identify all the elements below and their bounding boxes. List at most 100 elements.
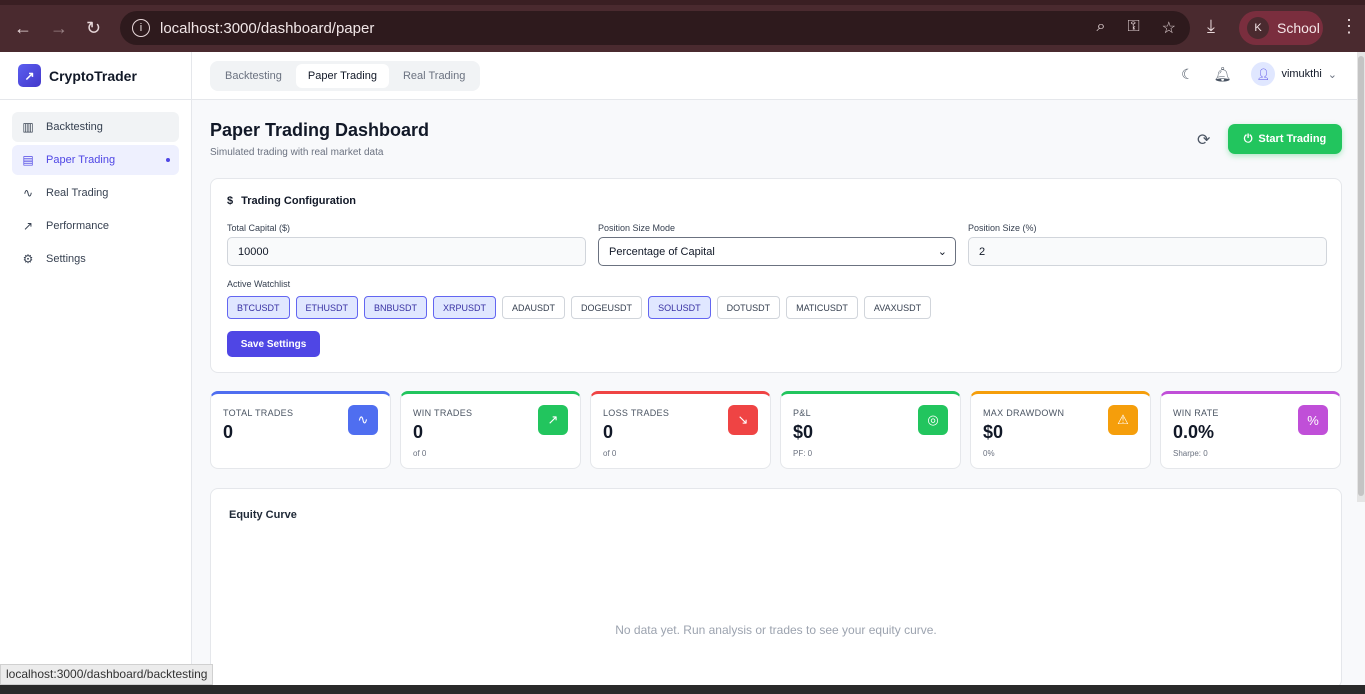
forward-icon[interactable]: → xyxy=(50,18,68,39)
watchlist-chip-btcusdt[interactable]: BTCUSDT xyxy=(227,296,290,319)
watchlist-chip-bnbusdt[interactable]: BNBUSDT xyxy=(364,296,428,319)
username: vimukthi xyxy=(1281,68,1322,80)
back-icon[interactable]: ← xyxy=(14,18,32,39)
profile-button[interactable]: K School xyxy=(1239,11,1323,45)
watchlist-chip-ethusdt[interactable]: ETHUSDT xyxy=(295,296,358,319)
percent-icon: % xyxy=(1298,405,1328,435)
stat-sub: of 0 xyxy=(413,449,427,458)
start-label: Start Trading xyxy=(1258,133,1327,145)
activity-icon: ∿ xyxy=(348,405,378,435)
warning-icon: ⚠ xyxy=(1108,405,1138,435)
trending-up-icon: ↗ xyxy=(538,405,568,435)
label: Paper Trading xyxy=(46,154,116,166)
download-icon[interactable]: ⤓ xyxy=(1207,16,1215,37)
mode-label: Position Size Mode xyxy=(598,223,676,233)
brand[interactable]: ↗ CryptoTrader xyxy=(0,52,191,100)
avatar: 👤︎ xyxy=(1251,62,1276,86)
stat-value: 0 xyxy=(413,422,424,442)
stat-card-total-trades: TOTAL TRADES 0 ∿ xyxy=(210,391,391,469)
profile-name: School xyxy=(1277,20,1320,36)
url-text[interactable]: localhost:3000/dashboard/paper xyxy=(160,20,374,37)
stat-title: TOTAL TRADES xyxy=(223,408,294,418)
trading-configuration-card: $ Trading Configuration Total Capital ($)… xyxy=(210,178,1342,373)
save-settings-button[interactable]: Save Settings xyxy=(227,331,320,357)
stat-value: 0 xyxy=(603,422,614,442)
config-title: Trading Configuration xyxy=(241,195,357,207)
watchlist-chip-adausdt[interactable]: ADAUSDT xyxy=(502,296,566,319)
taskbar xyxy=(0,685,1365,694)
total-capital-input[interactable]: 10000 xyxy=(227,237,586,266)
target-icon: ◎ xyxy=(918,405,948,435)
watchlist-chip-avaxusdt[interactable]: AVAXUSDT xyxy=(863,296,932,319)
size-label: Position Size (%) xyxy=(968,223,1037,233)
tab-backtesting[interactable]: Backtesting xyxy=(213,64,294,88)
tab-real-trading[interactable]: Real Trading xyxy=(391,64,477,88)
gear-icon: ⚙ xyxy=(22,252,34,266)
mode-value: Percentage of Capital xyxy=(609,245,715,258)
trending-down-icon: ↘ xyxy=(728,405,758,435)
page-subtitle: Simulated trading with real market data xyxy=(210,147,384,158)
equity-title: Equity Curve xyxy=(229,509,297,521)
scrollbar[interactable] xyxy=(1357,52,1365,502)
browser-toolbar: ← → ↻ i localhost:3000/dashboard/paper ⌕… xyxy=(0,0,1365,52)
stat-title: P&L xyxy=(793,408,811,418)
info-icon[interactable]: i xyxy=(132,19,150,37)
watchlist-chip-xrpusdt[interactable]: XRPUSDT xyxy=(433,296,497,319)
stat-value: $0 xyxy=(983,422,1004,442)
watchlist-chip-solusdt[interactable]: SOLUSDT xyxy=(648,296,711,319)
sidebar-item-backtesting[interactable]: ▥ Backtesting xyxy=(12,112,179,142)
menu-icon[interactable]: ⋮ xyxy=(1340,16,1358,37)
empty-message: No data yet. Run analysis or trades to s… xyxy=(615,623,937,637)
moon-icon[interactable]: ☾ xyxy=(1181,66,1194,83)
user-menu[interactable]: 👤︎ vimukthi ⌄ xyxy=(1251,62,1337,86)
star-icon[interactable]: ☆ xyxy=(1162,18,1176,38)
capital-label: Total Capital ($) xyxy=(227,223,291,233)
sidebar-item-performance[interactable]: ↗ Performance xyxy=(12,211,179,241)
activity-icon: ∿ xyxy=(22,186,34,200)
stat-card-p-l: P&L $0 PF: 0 ◎ xyxy=(780,391,961,469)
zoom-icon[interactable]: ⌕ xyxy=(1097,18,1106,38)
stat-title: MAX DRAWDOWN xyxy=(983,408,1065,418)
stat-card-win-rate: WIN RATE 0.0% Sharpe: 0% xyxy=(1160,391,1341,469)
profile-initial: K xyxy=(1247,17,1269,39)
position-size-mode-select[interactable]: Percentage of Capital ⌄ xyxy=(598,237,956,266)
watchlist-chip-dotusdt[interactable]: DOTUSDT xyxy=(716,296,781,319)
sidebar-item-real-trading[interactable]: ∿ Real Trading xyxy=(12,178,179,208)
top-header: Backtesting Paper Trading Real Trading ☾… xyxy=(192,52,1365,100)
mode-tabs: Backtesting Paper Trading Real Trading xyxy=(210,61,481,91)
active-dot xyxy=(166,158,170,162)
watchlist-chips: BTCUSDT ETHUSDT BNBUSDT XRPUSDT ADAUSDT DOGEU… xyxy=(227,296,932,319)
bell-icon[interactable]: 🔔︎ xyxy=(1214,66,1232,83)
position-size-input[interactable]: 2 xyxy=(968,237,1327,266)
key-icon[interactable]: ⚿ xyxy=(1127,18,1139,38)
reload-icon[interactable]: ↻ xyxy=(86,18,101,39)
sidebar: ↗ CryptoTrader ▥ Backtesting ▤ Paper Tradin… xyxy=(0,52,192,694)
logo-icon: ↗ xyxy=(18,64,41,87)
tab-paper-trading[interactable]: Paper Trading xyxy=(295,64,389,88)
stat-sub: 0% xyxy=(983,449,995,458)
label: Backtesting xyxy=(46,121,103,133)
stat-title: WIN TRADES xyxy=(413,408,473,418)
power-icon: ⏻ xyxy=(1243,132,1253,145)
trending-up-icon: ↗ xyxy=(22,219,34,233)
address-bar[interactable]: i localhost:3000/dashboard/paper ⌕ ⚿ ☆ xyxy=(120,11,1190,45)
stat-sub: PF: 0 xyxy=(793,449,813,458)
sidebar-item-settings[interactable]: ⚙ Settings xyxy=(12,244,179,274)
chevron-down-icon: ⌄ xyxy=(1327,68,1337,81)
stat-title: WIN RATE xyxy=(1173,408,1219,418)
start-trading-button[interactable]: ⏻ Start Trading xyxy=(1228,124,1342,154)
label: Real Trading xyxy=(46,187,109,199)
label: Settings xyxy=(46,253,86,265)
watchlist-chip-dogeusdt[interactable]: DOGEUSDT xyxy=(571,296,643,319)
refresh-icon[interactable]: ⟳ xyxy=(1197,130,1210,150)
stat-sub: of 0 xyxy=(603,449,617,458)
watchlist-chip-maticusdt[interactable]: MATICUSDT xyxy=(786,296,858,319)
stat-value: 0.0% xyxy=(1173,422,1215,442)
equity-curve-card: Equity Curve No data yet. Run analysis o… xyxy=(210,488,1342,688)
stat-card-loss-trades: LOSS TRADES 0 of 0 ↘ xyxy=(590,391,771,469)
sidebar-item-paper-trading[interactable]: ▤ Paper Trading xyxy=(12,145,179,175)
stat-card-win-trades: WIN TRADES 0 of 0 ↗ xyxy=(400,391,581,469)
bar-chart-icon: ▥ xyxy=(22,120,34,134)
page-title: Paper Trading Dashboard xyxy=(210,120,430,140)
label: Performance xyxy=(46,220,109,232)
